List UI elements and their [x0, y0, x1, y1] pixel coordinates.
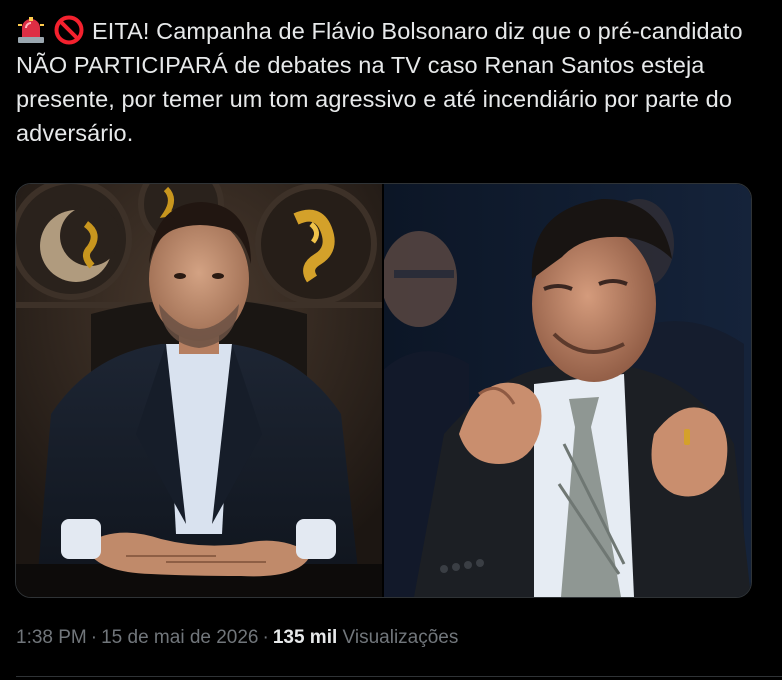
photo-right[interactable] [384, 184, 751, 597]
photo-left[interactable] [16, 184, 382, 597]
views-label: Visualizações [342, 627, 459, 648]
timestamp-date[interactable]: 15 de mai de 2026 [101, 627, 258, 648]
no-entry-icon [54, 15, 84, 45]
tweet-body: EITA! Campanha de Flávio Bolsonaro diz q… [16, 18, 743, 146]
separator-dot: · [90, 627, 98, 648]
timestamp-time[interactable]: 1:38 PM [16, 627, 87, 648]
views-count: 135 mil [272, 627, 338, 648]
tweet-text: EITA! Campanha de Flávio Bolsonaro diz q… [16, 14, 756, 150]
rotating-light-icon [16, 15, 46, 45]
divider [16, 676, 782, 677]
tweet-metadata: 1:38 PM · 15 de mai de 2026 · 135 mil Visual… [16, 624, 458, 652]
separator-dot: · [262, 627, 269, 648]
media-grid[interactable] [15, 183, 752, 598]
